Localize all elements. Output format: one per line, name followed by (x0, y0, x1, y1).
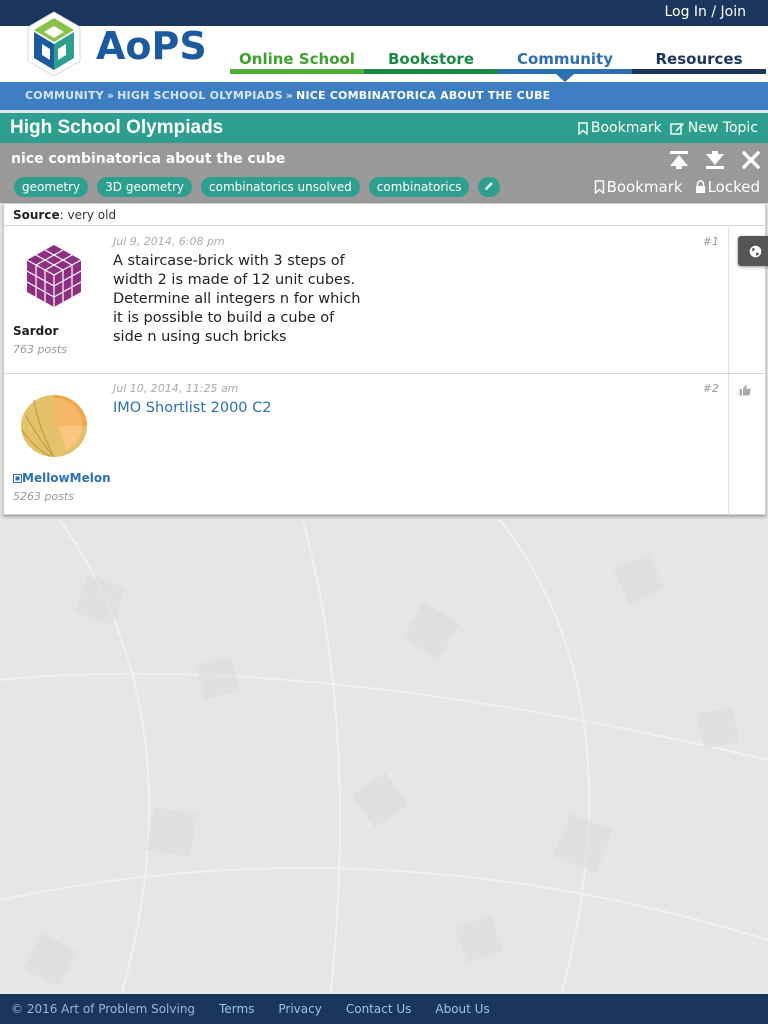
pencil-icon (485, 182, 494, 190)
bookmark-icon (594, 180, 604, 194)
footer-terms-link[interactable]: Terms (219, 1002, 254, 1024)
footer-copyright: © 2016 Art of Problem Solving (11, 1002, 196, 1016)
bookmark-icon (578, 121, 588, 135)
close-icon[interactable] (740, 149, 762, 171)
forum-bookmark-label: Bookmark (590, 120, 662, 136)
aops-logo[interactable]: AoPS (24, 10, 207, 82)
avatar[interactable] (16, 239, 92, 315)
footer-privacy-link[interactable]: Privacy (278, 1002, 321, 1024)
tag-geometry[interactable]: geometry (14, 177, 89, 197)
nav-bookstore-bar (364, 69, 498, 74)
nav-resources-bar (632, 69, 766, 74)
post-count: 763 posts (13, 343, 67, 356)
footer-contact-link[interactable]: Contact Us (346, 1002, 412, 1024)
jump-to-top-icon[interactable] (668, 149, 690, 171)
jump-to-bottom-icon[interactable] (704, 149, 726, 171)
tag-3d-geometry[interactable]: 3D geometry (97, 177, 192, 197)
nav-online-school-bar (230, 69, 364, 74)
post-divider (728, 227, 729, 373)
topic-tags: geometry 3D geometry combinatorics unsol… (14, 177, 501, 197)
username[interactable]: MellowMelon (13, 471, 111, 485)
new-topic-label: New Topic (687, 120, 758, 136)
username[interactable]: Sardor (13, 324, 58, 338)
username-text: MellowMelon (22, 471, 111, 485)
breadcrumb-separator: » (285, 89, 294, 102)
nav-resources[interactable]: Resources (632, 26, 766, 74)
nav-community-label: Community (516, 50, 614, 68)
post: MellowMelon 5263 posts Jul 10, 2014, 11:… (4, 374, 765, 515)
locked-status: Locked (695, 178, 760, 196)
logo-text: AoPS (96, 24, 207, 68)
post-date: Jul 9, 2014, 6:08 pm (113, 235, 225, 248)
post-number[interactable]: #1 (703, 235, 719, 248)
tag-combinatorics-unsolved[interactable]: combinatorics unsolved (201, 177, 360, 197)
dice-pattern-icon (0, 520, 768, 993)
post-body: A staircase-brick with 3 steps of width … (113, 253, 361, 345)
source-value: : very old (59, 208, 117, 222)
breadcrumb-community[interactable]: COMMUNITY (25, 89, 104, 102)
globe-icon (749, 245, 761, 257)
nav-bookstore-label: Bookstore (388, 50, 474, 68)
main-nav: Online School Bookstore Community Resour… (230, 26, 768, 82)
thumbs-up-icon[interactable] (739, 384, 751, 396)
nav-online-school[interactable]: Online School (230, 26, 364, 74)
edit-tags-button[interactable] (478, 177, 501, 197)
aops-logo-icon (27, 11, 81, 77)
background-pattern (0, 520, 768, 993)
post: Sardor 763 posts Jul 9, 2014, 6:08 pm #1… (4, 227, 765, 374)
footer-about-link[interactable]: About Us (435, 1002, 489, 1024)
breadcrumb-current: NICE COMBINATORICA ABOUT THE CUBE (296, 89, 551, 102)
post-divider (728, 374, 729, 515)
topic-bookmark-button[interactable]: Bookmark (594, 178, 683, 196)
nav-active-caret-icon (556, 74, 574, 82)
nav-resources-label: Resources (655, 50, 743, 68)
topic-controls (668, 149, 762, 171)
post-date: Jul 10, 2014, 11:25 am (113, 382, 239, 395)
topic-actions: Bookmark Locked (594, 178, 760, 196)
login-join-link[interactable]: Log In / Join (664, 4, 746, 20)
breadcrumb-separator: » (106, 89, 115, 102)
nav-bookstore[interactable]: Bookstore (364, 26, 498, 74)
post-body: IMO Shortlist 2000 C2 (113, 399, 361, 418)
forum-bookmark-button[interactable]: Bookmark (578, 120, 662, 136)
moderator-icon (13, 474, 22, 483)
topic-content: Source: very old Sardor 763 posts Jul 9,… (3, 203, 768, 515)
nav-online-school-label: Online School (239, 50, 355, 68)
topic-title: nice combinatorica about the cube (11, 151, 286, 167)
topic-bookmark-label: Bookmark (606, 178, 683, 196)
post-number[interactable]: #2 (703, 382, 719, 395)
forum-title[interactable]: High School Olympiads (10, 117, 223, 139)
post-count: 5263 posts (13, 490, 74, 503)
site-header: AoPS Online School Bookstore Community R… (0, 11, 768, 108)
lock-icon (695, 180, 705, 193)
breadcrumb-forum[interactable]: HIGH SCHOOL OLYMPIADS (117, 89, 283, 102)
new-topic-button[interactable]: New Topic (670, 120, 758, 136)
topic-header: nice combinatorica about the cube geomet… (0, 143, 768, 203)
tag-combinatorics[interactable]: combinatorics (368, 177, 470, 197)
breadcrumb: COMMUNITY» HIGH SCHOOL OLYMPIADS» NICE COM… (0, 82, 768, 110)
forum-actions: Bookmark New Topic (578, 120, 758, 136)
side-panel-tab[interactable] (738, 236, 768, 266)
site-footer: © 2016 Art of Problem Solving Terms Priv… (0, 994, 768, 1024)
post-link[interactable]: IMO Shortlist 2000 C2 (113, 400, 272, 416)
source-label: Source (13, 208, 60, 222)
forum-header: High School Olympiads Bookmark New Topic (0, 113, 768, 143)
nav-community[interactable]: Community (498, 26, 632, 82)
avatar[interactable] (16, 386, 92, 462)
locked-label: Locked (707, 178, 760, 196)
source-line: Source: very old (4, 204, 765, 226)
edit-icon (670, 122, 684, 135)
